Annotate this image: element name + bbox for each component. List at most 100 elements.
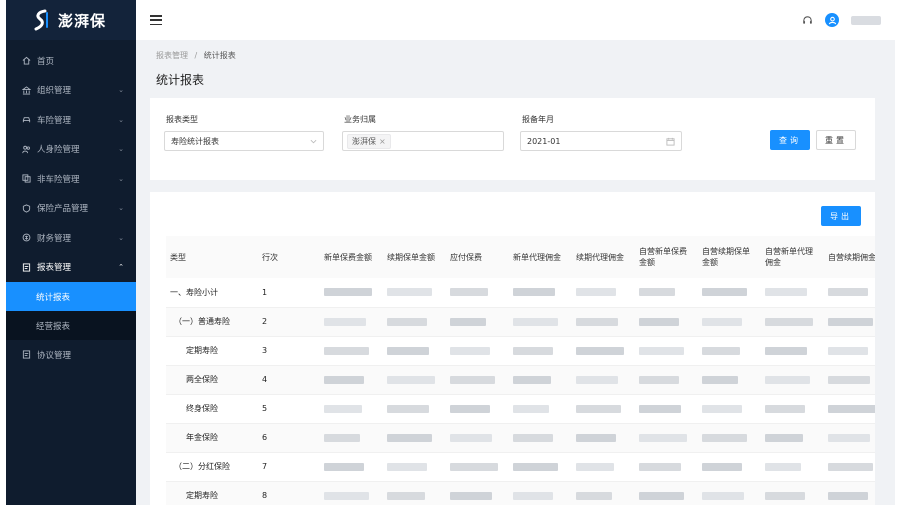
column-header: 自营新单代理佣金 xyxy=(761,236,824,278)
sidebar-subitem-operations[interactable]: 经营报表 xyxy=(6,311,136,340)
sidebar-item-life[interactable]: 人身险管理 ⌄ xyxy=(6,135,136,165)
redacted-value xyxy=(387,346,429,355)
header-right xyxy=(802,13,881,27)
redacted-value xyxy=(576,375,618,384)
sidebar-item-label: 首页 xyxy=(37,56,55,67)
row-type-cell: 两全保险 xyxy=(166,365,258,395)
chevron-down-icon: ⌄ xyxy=(118,145,124,154)
chevron-down-icon: ⌄ xyxy=(118,86,124,95)
redacted-value xyxy=(639,288,675,297)
redacted-value xyxy=(639,491,684,500)
headset-icon[interactable] xyxy=(802,15,813,26)
reports-submenu: 统计报表 经营报表 xyxy=(6,282,136,340)
chevron-down-icon xyxy=(310,139,317,143)
redacted-value-cell xyxy=(383,394,446,424)
table-header-row: 类型 行次 新单保费金额 续期保单金额 应付保费 新单代理佣金 续期代理佣金 自营新单保费金额… xyxy=(166,236,875,278)
redacted-value-cell xyxy=(320,365,383,395)
sidebar-item-products[interactable]: 保险产品管理 ⌄ xyxy=(6,194,136,224)
table-row: （二）分红保险 7 xyxy=(166,452,875,482)
chevron-down-icon: ⌄ xyxy=(118,204,124,213)
redacted-value-cell xyxy=(761,336,824,366)
redacted-value xyxy=(450,404,490,413)
breadcrumb-separator: / xyxy=(194,51,198,60)
business-tag-label: 澎湃保 xyxy=(352,136,376,146)
redacted-value-cell xyxy=(698,452,761,482)
redacted-value xyxy=(324,288,372,297)
redacted-value-cell xyxy=(824,423,875,453)
breadcrumb: 报表管理 / 统计报表 xyxy=(156,50,236,61)
row-type-cell: 一、寿险小计 xyxy=(166,278,258,308)
avatar[interactable] xyxy=(825,13,839,27)
redacted-value-cell xyxy=(383,481,446,505)
redacted-value xyxy=(513,346,553,355)
row-number-cell: 4 xyxy=(258,365,320,395)
sidebar-item-agreement[interactable]: 协议管理 xyxy=(6,340,136,370)
redacted-value-cell xyxy=(509,365,572,395)
redacted-value xyxy=(576,491,612,500)
redacted-value-cell xyxy=(698,481,761,505)
period-picker[interactable]: 2021-01 xyxy=(520,131,682,151)
redacted-value-cell xyxy=(320,336,383,366)
redacted-value-cell xyxy=(572,394,635,424)
row-type-cell: 定期寿险 xyxy=(166,336,258,366)
row-type-cell: 终身保险 xyxy=(166,394,258,424)
username-redacted[interactable] xyxy=(851,15,881,25)
redacted-value-cell xyxy=(509,307,572,337)
redacted-value xyxy=(324,317,366,326)
page-title: 统计报表 xyxy=(156,73,205,87)
sidebar-item-home[interactable]: 首页 xyxy=(6,46,136,76)
breadcrumb-parent[interactable]: 报表管理 xyxy=(156,51,188,60)
redacted-value xyxy=(324,462,364,471)
redacted-value xyxy=(513,491,553,500)
redacted-value xyxy=(765,462,801,471)
app-name: 澎湃保 xyxy=(58,11,107,30)
sidebar-item-label: 财务管理 xyxy=(37,233,72,244)
redacted-value xyxy=(702,491,744,500)
redacted-value xyxy=(513,404,549,413)
copy-icon xyxy=(21,174,31,184)
coin-icon xyxy=(21,233,31,243)
redacted-value-cell xyxy=(572,278,635,308)
redacted-value xyxy=(765,491,805,500)
page-head: 报表管理 / 统计报表 统计报表 xyxy=(156,50,236,88)
business-select[interactable]: 澎湃保 × xyxy=(342,131,504,151)
export-button[interactable]: 导出 xyxy=(821,206,861,226)
redacted-value-cell xyxy=(761,307,824,337)
logo[interactable]: 澎湃保 xyxy=(6,0,136,40)
redacted-value-cell xyxy=(761,365,824,395)
reset-button[interactable]: 重置 xyxy=(816,130,856,150)
redacted-value-cell xyxy=(698,423,761,453)
redacted-value xyxy=(324,404,362,413)
sidebar-item-car[interactable]: 车险管理 ⌄ xyxy=(6,105,136,135)
redacted-value-cell xyxy=(635,394,698,424)
sidebar-subitem-statistics[interactable]: 统计报表 xyxy=(6,282,136,311)
chevron-down-icon: ⌄ xyxy=(118,233,124,242)
sidebar-item-label: 非车险管理 xyxy=(37,174,80,185)
sidebar-item-reports[interactable]: 报表管理 ⌃ xyxy=(6,253,136,283)
redacted-value xyxy=(576,317,618,326)
redacted-value xyxy=(639,317,679,326)
redacted-value-cell xyxy=(698,365,761,395)
close-icon[interactable]: × xyxy=(379,137,386,146)
redacted-value-cell xyxy=(824,394,875,424)
sidebar-item-org[interactable]: 组织管理 ⌄ xyxy=(6,76,136,106)
redacted-value-cell xyxy=(698,307,761,337)
search-button[interactable]: 查询 xyxy=(770,130,810,150)
sidebar-menu: 首页 组织管理 ⌄ 车险管理 ⌄ 人身险管理 ⌄ 非车险管理 ⌄ 保险产品管理 … xyxy=(6,46,136,370)
sidebar-item-finance[interactable]: 财务管理 ⌄ xyxy=(6,223,136,253)
redacted-value-cell xyxy=(635,452,698,482)
report-type-select[interactable]: 寿险统计报表 xyxy=(164,131,324,151)
breadcrumb-current: 统计报表 xyxy=(203,51,236,60)
sidebar-item-label: 协议管理 xyxy=(37,350,72,361)
sidebar-item-noncar[interactable]: 非车险管理 ⌄ xyxy=(6,164,136,194)
menu-toggle-icon[interactable] xyxy=(150,15,162,25)
redacted-value xyxy=(702,288,747,297)
home-icon xyxy=(21,56,31,66)
column-header: 自营续期保单金额 xyxy=(698,236,761,278)
report-type-value: 寿险统计报表 xyxy=(171,136,219,146)
redacted-value-cell xyxy=(383,307,446,337)
table-row: 定期寿险 3 xyxy=(166,336,875,366)
redacted-value xyxy=(765,288,807,297)
business-tag[interactable]: 澎湃保 × xyxy=(347,133,391,149)
sidebar-item-label: 保险产品管理 xyxy=(37,204,89,215)
